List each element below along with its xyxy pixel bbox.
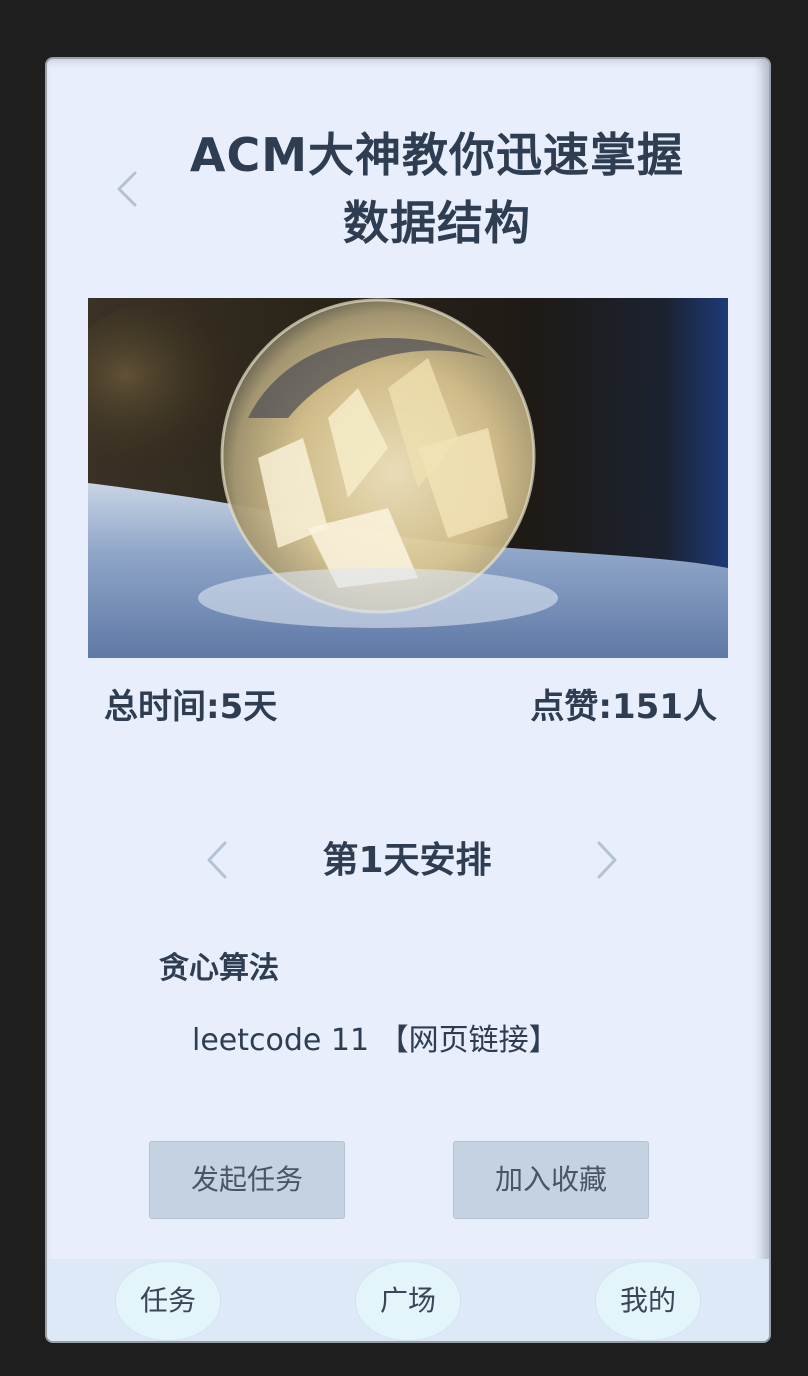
course-cover-image [88,298,728,658]
page-title-line-2: 数据结构 [343,196,531,250]
frozen-bubble-image [88,298,728,658]
chevron-left-icon [207,841,227,879]
page-title-line-1: ACM大神教你迅速掌握 [189,128,685,182]
app-screen: ACM大神教你迅速掌握 数据结构 总时间:5天 点赞:151人 第1天安排 贪心… [45,57,771,1343]
day-schedule-title: 第1天安排 [322,840,492,881]
previous-day-button[interactable] [197,835,237,885]
task-item: leetcode 11 【网页链接】 [192,1019,559,1063]
tab-mine[interactable]: 我的 [595,1261,701,1341]
add-favorite-button[interactable]: 加入收藏 [453,1141,649,1219]
web-link[interactable]: 【网页链接】 [379,1023,559,1058]
start-task-button[interactable]: 发起任务 [149,1141,345,1219]
chevron-left-icon [117,171,137,207]
tab-tasks[interactable]: 任务 [115,1261,221,1341]
next-day-button[interactable] [587,835,627,885]
total-time-stat: 总时间:5天 [104,687,278,727]
chevron-right-icon [597,841,617,879]
bottom-tab-bar: 任务 广场 我的 [47,1259,769,1341]
tab-plaza[interactable]: 广场 [355,1261,461,1341]
likes-stat: 点赞:151人 [530,687,717,727]
topic-title: 贪心算法 [159,951,279,986]
back-button[interactable] [109,167,145,211]
page-title: ACM大神教你迅速掌握 数据结构 [157,121,717,257]
task-text: leetcode 11 [192,1023,379,1058]
